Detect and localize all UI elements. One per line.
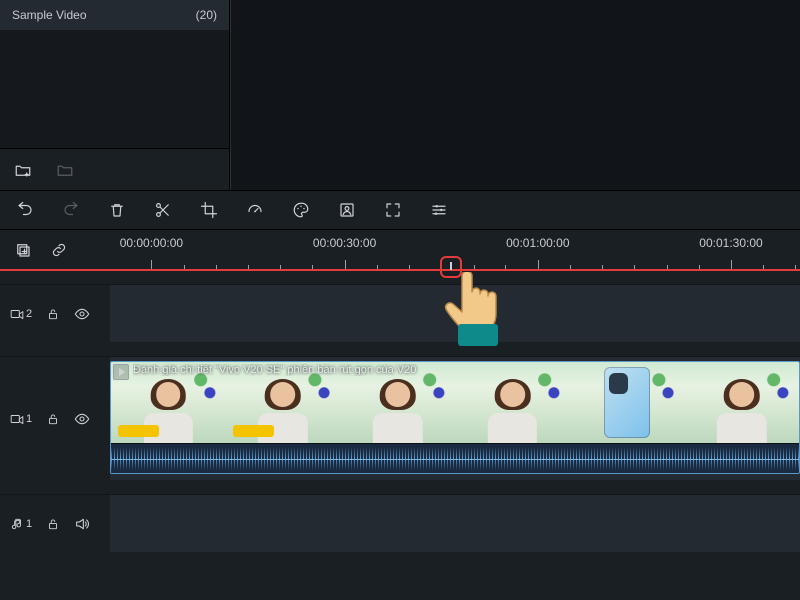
- timestamp: 00:00:00:00: [120, 236, 183, 250]
- timestamp: 00:01:30:00: [699, 236, 762, 250]
- link-clips-button[interactable]: [50, 241, 68, 259]
- video-clip[interactable]: Đánh giá chi tiết "Vivo V20 SE" phiên bả…: [110, 361, 800, 474]
- ruler-ticks: [110, 256, 800, 270]
- redo-button[interactable]: [62, 201, 80, 219]
- adjust-button[interactable]: [430, 201, 448, 219]
- track-body-a1[interactable]: [110, 494, 800, 552]
- timestamp: 00:01:00:00: [506, 236, 569, 250]
- clip-audio-waveform: [111, 443, 799, 473]
- audio-track-icon: 1: [10, 517, 32, 531]
- clip-play-icon[interactable]: [113, 364, 129, 380]
- track-head-a1: 1: [0, 494, 110, 552]
- clip-title: Đánh giá chi tiết "Vivo V20 SE" phiên bả…: [133, 364, 795, 376]
- timestamp: 00:00:30:00: [313, 236, 376, 250]
- bin-title: Sample Video: [12, 8, 87, 22]
- visibility-icon[interactable]: [74, 306, 90, 322]
- ai-portrait-button[interactable]: [338, 201, 356, 219]
- track-video-2: 2: [0, 284, 800, 342]
- undo-button[interactable]: [16, 201, 34, 219]
- crop-button[interactable]: [200, 201, 218, 219]
- edit-toolbar: [0, 190, 800, 230]
- color-button[interactable]: [292, 201, 310, 219]
- fit-button[interactable]: [384, 201, 402, 219]
- bin-count: (20): [196, 8, 217, 22]
- media-bin: Sample Video (20): [0, 0, 230, 190]
- speed-button[interactable]: [246, 201, 264, 219]
- timeline-ruler-controls: [0, 241, 110, 259]
- media-bin-header[interactable]: Sample Video (20): [0, 0, 229, 30]
- preview-panel: [230, 0, 800, 190]
- video-editor: { "bin":{"title":"Sample Video","count":…: [0, 0, 800, 600]
- split-button[interactable]: [154, 201, 172, 219]
- delete-button[interactable]: [108, 201, 126, 219]
- track-head-v2: 2: [0, 284, 110, 342]
- video-track-icon: 1: [10, 413, 32, 425]
- add-track-button[interactable]: [14, 241, 32, 259]
- track-video-1: 1 Đánh giá chi tiết "Vivo V20 SE" phiên …: [0, 356, 800, 480]
- unlock-icon[interactable]: [46, 307, 60, 321]
- track-index: 1: [26, 413, 32, 425]
- visibility-icon[interactable]: [74, 411, 90, 427]
- media-bin-footer: [0, 148, 229, 190]
- unlock-icon[interactable]: [46, 412, 60, 426]
- track-audio-1: 1: [0, 494, 800, 552]
- track-body-v1[interactable]: Đánh giá chi tiết "Vivo V20 SE" phiên bả…: [110, 356, 800, 480]
- top-panels: Sample Video (20): [0, 0, 800, 190]
- unlock-icon[interactable]: [46, 517, 60, 531]
- speaker-icon[interactable]: [74, 516, 90, 532]
- track-index: 1: [26, 518, 32, 530]
- timeline-ruler[interactable]: 00:00:00:00 00:00:30:00 00:01:00:00 00:0…: [110, 230, 800, 270]
- timeline-baseline: [0, 269, 800, 271]
- video-track-icon: 2: [10, 308, 32, 320]
- track-body-v2[interactable]: [110, 284, 800, 342]
- media-bin-body: [0, 30, 229, 148]
- track-index: 2: [26, 308, 32, 320]
- track-head-v1: 1: [0, 356, 110, 480]
- folder-add-icon[interactable]: [14, 161, 32, 179]
- timeline-ruler-row: 00:00:00:00 00:00:30:00 00:01:00:00 00:0…: [0, 230, 800, 270]
- folder-icon[interactable]: [56, 161, 74, 179]
- timeline: 00:00:00:00 00:00:30:00 00:01:00:00 00:0…: [0, 230, 800, 552]
